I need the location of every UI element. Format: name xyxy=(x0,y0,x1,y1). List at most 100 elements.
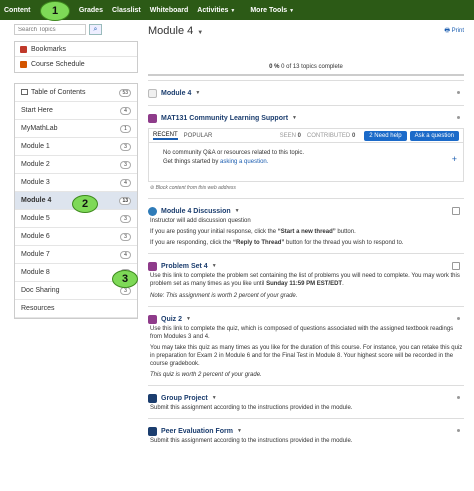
contributed-count: 0 xyxy=(351,132,356,139)
sidebar-item-label: Bookmarks xyxy=(31,45,67,53)
section-peer-evaluation: Peer Evaluation Form ▼ Submit this assig… xyxy=(148,418,464,445)
sidebar-item-label: Module 6 xyxy=(21,233,50,240)
discussion-icon xyxy=(148,206,157,216)
bookmark-icon xyxy=(20,45,27,53)
item-head: Group Project ▼ xyxy=(148,392,464,404)
item-head: Peer Evaluation Form ▼ xyxy=(148,425,464,437)
ask-question-link[interactable]: asking a question. xyxy=(220,159,268,165)
sidebar-item-label: Module 5 xyxy=(21,215,50,222)
sidebar-item-table-of-contents[interactable]: Table of Contents 53 xyxy=(15,84,137,102)
page-icon xyxy=(148,88,157,98)
sidebar-item-label: Module 7 xyxy=(21,251,50,258)
sidebar-item-module-5[interactable]: Module 5 3 xyxy=(15,210,137,228)
sidebar-item-course-schedule[interactable]: Course Schedule xyxy=(15,57,137,72)
sidebar-item-label: Module 8 xyxy=(21,269,50,276)
chevron-down-icon: ▼ xyxy=(289,7,295,14)
get-started-text: Get things started by xyxy=(163,159,219,165)
chevron-down-icon[interactable]: ▼ xyxy=(212,263,217,269)
item-title[interactable]: Group Project xyxy=(161,395,208,402)
completion-checkbox[interactable] xyxy=(452,262,460,270)
count-badge: 13 xyxy=(119,196,131,205)
sidebar-item-start-here[interactable]: Start Here 4 xyxy=(15,102,137,120)
assignment-icon xyxy=(148,426,157,436)
item-title[interactable]: Quiz 2 xyxy=(161,316,182,323)
sidebar-item-module-6[interactable]: Module 6 3 xyxy=(15,228,137,246)
sidebar-item-label: Module 1 xyxy=(21,143,50,150)
problem-set-note: Note: This assignment is worth 2 percent… xyxy=(150,293,298,299)
embed-note: ⊘ Block content from this web address xyxy=(150,185,236,191)
discussion-line-2: If you are posting your initial response… xyxy=(150,228,464,236)
contributed-stat: CONTRIBUTED 0 xyxy=(307,133,355,139)
nav-activities[interactable]: Activities ▼ xyxy=(197,7,235,14)
chevron-down-icon[interactable]: ▼ xyxy=(186,316,191,322)
item-head: Module 4 ▼ xyxy=(148,87,464,99)
sidebar-item-bookmarks[interactable]: Bookmarks xyxy=(15,42,137,57)
nav-classlist[interactable]: Classlist xyxy=(112,7,141,14)
seen-label: SEEN xyxy=(279,132,296,139)
count-badge: 3 xyxy=(120,142,131,151)
ask-question-button[interactable]: Ask a question xyxy=(409,130,459,141)
section-group-project: Group Project ▼ Submit this assignment a… xyxy=(148,385,464,412)
sidebar-item-module-7[interactable]: Module 7 4 xyxy=(15,246,137,264)
item-title[interactable]: Module 4 Discussion xyxy=(161,208,231,215)
tab-popular[interactable]: POPULAR xyxy=(184,133,213,139)
embed-note-text: Block content from this web address xyxy=(155,185,236,191)
count-badge: 4 xyxy=(120,106,131,115)
plus-icon[interactable]: + xyxy=(452,155,457,164)
section-community-support: MAT131 Community Learning Support ▼ RECE… xyxy=(148,105,464,192)
completion-checkbox[interactable] xyxy=(452,207,460,215)
chevron-down-icon[interactable]: ▼ xyxy=(197,30,203,36)
chevron-down-icon[interactable]: ▼ xyxy=(292,115,297,121)
item-title[interactable]: MAT131 Community Learning Support xyxy=(161,115,288,122)
sidebar-item-label: Start Here xyxy=(21,107,53,114)
print-label: Print xyxy=(451,28,464,34)
item-head: Module 4 Discussion ▼ xyxy=(148,205,464,217)
section-problem-set-4: Problem Set 4 ▼ Use this link to complet… xyxy=(148,253,464,300)
assignment-icon xyxy=(148,393,157,403)
main-content: Module 4 ▼ 🖶 Print 0 % 0 of 13 topics com… xyxy=(148,24,464,445)
need-help-button[interactable]: 2 Need help xyxy=(364,130,407,141)
sidebar-item-module-3[interactable]: Module 3 4 xyxy=(15,174,137,192)
chevron-down-icon[interactable]: ▼ xyxy=(212,395,217,401)
sidebar-item-label: Module 3 xyxy=(21,179,50,186)
chevron-down-icon[interactable]: ▼ xyxy=(235,208,240,214)
progress-percent: 0 % xyxy=(269,64,280,70)
nav-content[interactable]: Content xyxy=(4,7,30,14)
sidebar-item-resources[interactable]: Resources xyxy=(15,300,137,318)
chevron-down-icon[interactable]: ▼ xyxy=(195,90,200,96)
search-button[interactable]: ⌕ xyxy=(89,24,102,35)
count-badge: 4 xyxy=(120,250,131,259)
nav-whiteboard[interactable]: Whiteboard xyxy=(150,7,189,14)
sidebar-item-module-2[interactable]: Module 2 3 xyxy=(15,156,137,174)
chevron-down-icon: ▼ xyxy=(230,7,236,14)
section-module-4: Module 4 ▼ xyxy=(148,80,464,99)
web-link-icon xyxy=(148,314,157,324)
progress-bar: 0 % 0 of 13 topics complete xyxy=(148,64,464,76)
item-head: Quiz 2 ▼ xyxy=(148,313,464,325)
search-icon: ⌕ xyxy=(93,25,98,33)
discussion-line-1: Instructor will add discussion question xyxy=(150,218,251,224)
count-badge: 3 xyxy=(120,160,131,169)
item-title[interactable]: Module 4 xyxy=(161,90,191,97)
search-topics-input[interactable] xyxy=(14,24,86,35)
status-dot-icon xyxy=(457,116,460,119)
widget-tabs: RECENT POPULAR SEEN 0 CONTRIBUTED 0 2 Ne… xyxy=(149,129,463,143)
tab-recent[interactable]: RECENT xyxy=(153,132,178,140)
widget-body: No community Q&A or resources related to… xyxy=(149,143,463,181)
count-badge: 53 xyxy=(119,88,131,97)
item-title[interactable]: Problem Set 4 xyxy=(161,263,208,270)
web-link-icon xyxy=(148,261,157,271)
sidebar-item-mymathlab[interactable]: MyMathLab 1 xyxy=(15,120,137,138)
print-button[interactable]: 🖶 Print xyxy=(444,26,464,36)
text-segment: If you are posting your initial response… xyxy=(150,229,278,235)
count-badge: 3 xyxy=(120,214,131,223)
nav-grades[interactable]: Grades xyxy=(79,7,103,14)
status-dot-icon xyxy=(457,429,460,432)
sidebar-item-module-1[interactable]: Module 1 3 xyxy=(15,138,137,156)
sidebar-item-label: Course Schedule xyxy=(31,61,85,68)
chevron-down-icon[interactable]: ▼ xyxy=(237,428,242,434)
item-title[interactable]: Peer Evaluation Form xyxy=(161,428,233,435)
calendar-icon xyxy=(20,61,27,68)
section-quiz-2: Quiz 2 ▼ Use this link to complete the q… xyxy=(148,306,464,379)
nav-more-tools[interactable]: More Tools ▼ xyxy=(250,7,294,14)
